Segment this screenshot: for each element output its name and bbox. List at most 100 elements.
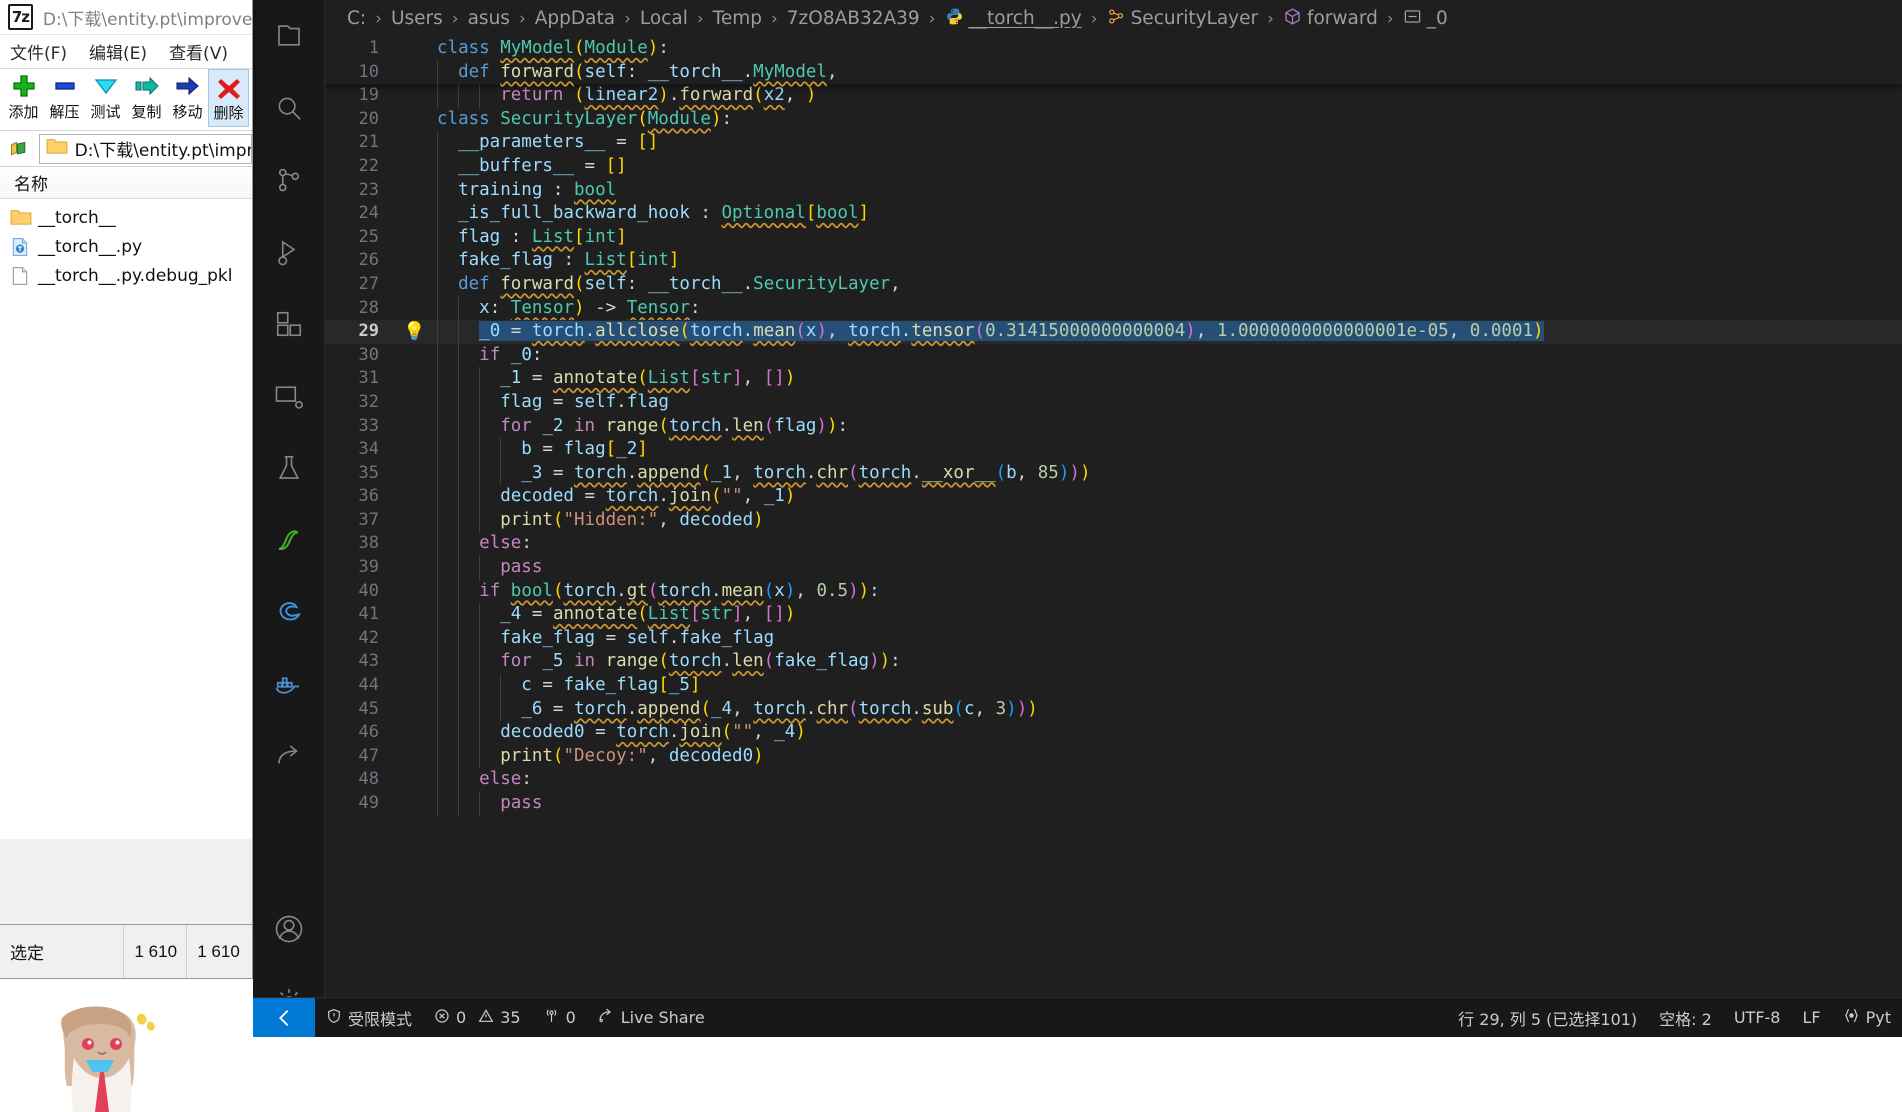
toolbar-add-button[interactable]: 添加 [3, 69, 44, 127]
ports-button[interactable]: 0 [532, 998, 587, 1037]
breadcrumb-item-4[interactable]: Local [640, 8, 688, 29]
code-text[interactable]: _1 = annotate(List[str], []) [437, 367, 1902, 391]
code-text[interactable]: _3 = torch.append(_1, torch.chr(torch.__… [437, 461, 1902, 486]
docker-icon[interactable] [253, 648, 325, 720]
code-line[interactable]: 24 _is_full_backward_hook : Optional[boo… [325, 202, 1902, 226]
problems-button[interactable]: 0 35 [423, 998, 532, 1037]
code-text[interactable]: fake_flag : List[int] [437, 249, 1902, 273]
code-text[interactable]: def forward(self: __torch__.MyModel, [437, 60, 1902, 85]
code-line[interactable]: 36 decoded = torch.join("", _1) [325, 485, 1902, 509]
code-line[interactable]: 49 pass [325, 792, 1902, 816]
code-text[interactable]: b = flag[_2] [437, 438, 1902, 462]
code-text[interactable]: pass [437, 792, 1902, 816]
account-icon[interactable] [253, 893, 325, 965]
toolbar-move-button[interactable]: 移动 [167, 69, 208, 127]
code-line[interactable]: 20 class SecurityLayer(Module): [325, 108, 1902, 132]
breadcrumb-item-class[interactable]: SecurityLayer [1131, 8, 1259, 29]
code-text[interactable]: decoded0 = torch.join("", _4) [437, 721, 1902, 745]
code-line[interactable]: 1 class MyModel(Module): [325, 37, 1902, 61]
share-icon[interactable] [253, 720, 325, 792]
eol-button[interactable]: LF [1791, 998, 1831, 1037]
code-line[interactable]: 43 for _5 in range(torch.len(fake_flag))… [325, 650, 1902, 675]
run-debug-icon[interactable] [253, 216, 325, 288]
code-line[interactable]: 31 _1 = annotate(List[str], []) [325, 367, 1902, 391]
path-input[interactable]: D:\下载\entity.pt\impr [38, 133, 252, 164]
sevenzip-menubar[interactable]: 文件(F) 编辑(E) 查看(V) [0, 35, 252, 69]
sevenzip-toolbar[interactable]: 添加 解压 测试 复制 移动 删除 [0, 69, 252, 131]
code-text[interactable]: else: [437, 768, 1902, 792]
breadcrumb-item-0[interactable]: C: [347, 8, 366, 29]
edge-tools-icon[interactable] [253, 576, 325, 648]
code-text[interactable]: for _5 in range(torch.len(fake_flag)): [437, 650, 1902, 675]
code-text[interactable]: class MyModel(Module): [437, 37, 1902, 61]
code-line[interactable]: 32 flag = self.flag [325, 390, 1902, 415]
breadcrumb[interactable]: C: › Users › asus › AppData › Local › Te… [325, 0, 1902, 37]
restricted-mode-button[interactable]: 受限模式 [315, 998, 423, 1037]
code-line[interactable]: 45 _6 = torch.append(_4, torch.chr(torch… [325, 697, 1902, 722]
code-line[interactable]: 35 _3 = torch.append(_1, torch.chr(torch… [325, 461, 1902, 486]
code-text[interactable]: __parameters__ = [] [437, 131, 1902, 155]
indentation-button[interactable]: 空格: 2 [1648, 998, 1723, 1037]
remote-window-icon[interactable] [253, 998, 315, 1037]
testing-icon[interactable] [253, 432, 325, 504]
code-text[interactable]: if _0: [437, 343, 1902, 368]
code-text[interactable]: _0 = torch.allclose(torch.mean(x), torch… [437, 320, 1902, 344]
code-text[interactable]: _is_full_backward_hook : Optional[bool] [437, 202, 1902, 226]
code-line[interactable]: 42 fake_flag = self.fake_flag [325, 626, 1902, 651]
toolbar-test-button[interactable]: 测试 [85, 69, 126, 127]
code-line[interactable]: 40 if bool(torch.gt(torch.mean(x), 0.5))… [325, 579, 1902, 604]
code-text[interactable]: decoded = torch.join("", _1) [437, 485, 1902, 509]
remote-explorer-icon[interactable] [253, 360, 325, 432]
code-text[interactable]: for _2 in range(torch.len(flag)): [437, 414, 1902, 439]
code-line[interactable]: 48 else: [325, 768, 1902, 792]
code-text[interactable]: print("Decoy:", decoded0) [437, 744, 1902, 769]
list-item[interactable]: __torch__ [0, 203, 252, 232]
up-one-level-icon[interactable] [5, 135, 33, 163]
column-header-name[interactable]: 名称 [0, 167, 252, 199]
code-text[interactable]: flag : List[int] [437, 225, 1902, 250]
code-text[interactable]: __buffers__ = [] [437, 154, 1902, 179]
breadcrumb-item-6[interactable]: 7zO8AB32A39 [787, 8, 920, 29]
code-line[interactable]: 38 else: [325, 532, 1902, 557]
code-line[interactable]: 44 c = fake_flag[_5] [325, 674, 1902, 698]
code-line[interactable]: 33 for _2 in range(torch.len(flag)): [325, 414, 1902, 439]
extensions-icon[interactable] [253, 288, 325, 360]
code-line[interactable]: 29 💡 _0 = torch.allclose(torch.mean(x), t… [325, 320, 1902, 344]
menu-file[interactable]: 文件(F) [10, 39, 67, 64]
code-line[interactable]: 28 x: Tensor) -> Tensor: [325, 296, 1902, 321]
breadcrumb-item-1[interactable]: Users [391, 8, 443, 29]
file-list[interactable]: __torch__ __torch__.py __torch__.py.debu… [0, 199, 252, 839]
code-line[interactable]: 25 flag : List[int] [325, 225, 1902, 250]
code-body[interactable]: 19 return (linear2).forward(x2, ) 20 class… [325, 37, 1902, 816]
code-text[interactable]: training : bool [437, 178, 1902, 203]
code-line[interactable]: 34 b = flag[_2] [325, 438, 1902, 462]
code-text[interactable]: return (linear2).forward(x2, ) [437, 84, 1902, 108]
breadcrumb-item-3[interactable]: AppData [535, 8, 615, 29]
code-line[interactable]: 21 __parameters__ = [] [325, 131, 1902, 155]
code-line[interactable]: 23 training : bool [325, 178, 1902, 203]
code-line[interactable]: 39 pass [325, 556, 1902, 580]
list-item[interactable]: __torch__.py.debug_pkl [0, 261, 252, 290]
code-text[interactable]: else: [437, 532, 1902, 557]
code-line[interactable]: 10 def forward(self: __torch__.MyModel, [325, 60, 1902, 85]
toolbar-delete-button[interactable]: 删除 [208, 69, 249, 127]
code-line[interactable]: 37 print("Hidden:", decoded) [325, 508, 1902, 533]
menu-edit[interactable]: 编辑(E) [89, 39, 147, 64]
code-text[interactable]: flag = self.flag [437, 390, 1902, 415]
list-item[interactable]: __torch__.py [0, 232, 252, 261]
source-control-icon[interactable] [253, 144, 325, 216]
lightbulb-icon[interactable]: 💡 [403, 320, 437, 344]
language-mode-button[interactable]: Pyt [1832, 998, 1902, 1037]
code-line[interactable]: 19 return (linear2).forward(x2, ) [325, 84, 1902, 108]
code-text[interactable]: print("Hidden:", decoded) [437, 508, 1902, 533]
code-text[interactable]: class SecurityLayer(Module): [437, 108, 1902, 132]
code-text[interactable]: pass [437, 556, 1902, 580]
code-line[interactable]: 26 fake_flag : List[int] [325, 249, 1902, 273]
menu-view[interactable]: 查看(V) [169, 39, 228, 64]
breadcrumb-item-2[interactable]: asus [468, 8, 510, 29]
code-line[interactable]: 30 if _0: [325, 343, 1902, 368]
live-share-button[interactable]: Live Share [587, 998, 716, 1037]
anaconda-icon[interactable] [253, 504, 325, 576]
code-text[interactable]: if bool(torch.gt(torch.mean(x), 0.5)): [437, 579, 1902, 604]
sevenzip-titlebar[interactable]: 7z D:\下载\entity.pt\improved [0, 0, 252, 35]
